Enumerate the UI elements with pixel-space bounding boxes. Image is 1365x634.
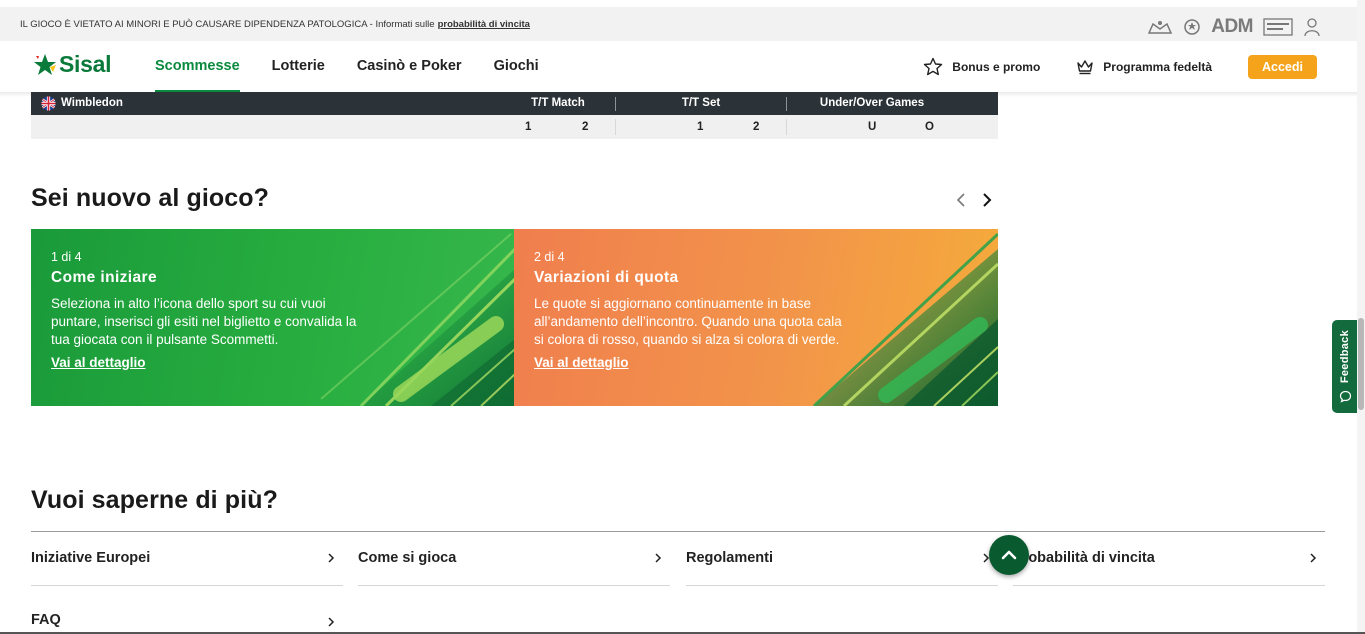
- win-probability-link[interactable]: probabilità di vincita: [438, 19, 530, 30]
- back-to-top-button[interactable]: [989, 535, 1029, 575]
- gambling-warning-bar: IL GIOCO È VIETATO AI MINORI E PUÒ CAUSA…: [0, 7, 1357, 41]
- scrollbar-thumb[interactable]: [1358, 318, 1364, 410]
- guide-card-content: 2 di 4 Variazioni di quota Le quote si a…: [534, 250, 844, 370]
- age-limit-icon: [1304, 18, 1320, 37]
- info-link-faq[interactable]: FAQ: [31, 585, 343, 634]
- nav-item-casino-poker[interactable]: Casinò e Poker: [357, 41, 462, 92]
- info-link-regolamenti[interactable]: Regolamenti: [686, 531, 998, 586]
- feedback-tab[interactable]: Feedback: [1332, 320, 1358, 413]
- star-icon: [924, 57, 943, 76]
- guide-card-content: 1 di 4 Come iniziare Seleziona in alto l…: [51, 250, 361, 370]
- newbie-section-title: Sei nuovo al gioco?: [31, 184, 270, 212]
- adm-logo: ADM: [1211, 16, 1253, 37]
- market-under-over: Under/Over Games: [819, 97, 925, 109]
- info-link-probabilita-vincita[interactable]: Probabilità di vincita: [1013, 531, 1325, 586]
- card-title: Variazioni di quota: [534, 269, 679, 286]
- chevron-right-icon[interactable]: [981, 191, 993, 209]
- odds-table-row: 1 2 1 2 U O: [31, 115, 998, 139]
- chevron-left-icon[interactable]: [955, 191, 967, 209]
- info-link-come-si-gioca[interactable]: Come si gioca: [358, 531, 670, 586]
- chevron-right-icon: [1310, 553, 1317, 563]
- header-separator: [786, 97, 787, 111]
- event-name: Wimbledon: [41, 92, 123, 115]
- info-link-label: FAQ: [31, 612, 61, 628]
- warning-text: IL GIOCO È VIETATO AI MINORI E PUÒ CAUSA…: [20, 18, 435, 30]
- card-detail-link[interactable]: Vai al dettaglio: [534, 355, 844, 370]
- chevron-right-icon: [328, 553, 335, 563]
- info-link-label: Regolamenti: [686, 550, 774, 566]
- outcome-cell[interactable]: 2: [753, 115, 759, 139]
- emblem-icon: [1184, 19, 1200, 35]
- outcome-cell[interactable]: U: [868, 115, 876, 139]
- login-button[interactable]: Accedi: [1248, 54, 1317, 79]
- row-separator: [786, 119, 787, 135]
- chat-bubble-icon: [1339, 390, 1351, 403]
- uk-flag-icon: [41, 96, 56, 111]
- info-link-label: Iniziative Europei: [31, 550, 151, 566]
- card-title: Come iniziare: [51, 269, 157, 286]
- guide-card: 1 di 4 Come iniziare Seleziona in alto l…: [31, 229, 515, 406]
- odds-table: Wimbledon T/T Match T/T Set Under/Over G…: [31, 92, 998, 139]
- market-tt-set: T/T Set: [681, 97, 721, 109]
- event-label: Wimbledon: [61, 97, 123, 109]
- info-link-iniziative-europei[interactable]: Iniziative Europei: [31, 531, 343, 586]
- sisal-star-icon: [34, 53, 56, 75]
- bonus-promo-label: Bonus e promo: [952, 59, 1041, 74]
- odds-table-header: Wimbledon T/T Match T/T Set Under/Over G…: [31, 92, 998, 115]
- carousel-controls: [955, 191, 993, 209]
- guide-card: 2 di 4 Variazioni di quota Le quote si a…: [514, 229, 998, 406]
- outcome-cell[interactable]: 1: [525, 115, 531, 139]
- crown-icon: [1077, 60, 1093, 75]
- sisal-crown-icon: [1148, 21, 1173, 34]
- chevron-up-icon: [1001, 550, 1017, 560]
- card-description: Le quote si aggiornano continuamente in …: [534, 296, 842, 347]
- info-link-label: Probabilità di vincita: [1013, 550, 1155, 566]
- play-safe-icon: [1263, 18, 1293, 36]
- header-actions: Bonus e promo Programma fedeltà Accedi: [923, 41, 1357, 92]
- outcome-cell[interactable]: O: [925, 115, 934, 139]
- feedback-label: Feedback: [1339, 330, 1351, 384]
- nav-item-lotterie[interactable]: Lotterie: [272, 41, 325, 92]
- card-counter: 2 di 4: [534, 250, 565, 264]
- row-separator: [615, 119, 616, 135]
- outcome-cell[interactable]: 1: [697, 115, 703, 139]
- card-counter: 1 di 4: [51, 250, 82, 264]
- more-section-title: Vuoi saperne di più?: [31, 486, 278, 514]
- market-tt-match: T/T Match: [531, 97, 585, 109]
- bonus-promo-link[interactable]: Bonus e promo: [923, 57, 1040, 76]
- loyalty-program-label: Programma fedeltà: [1103, 59, 1212, 74]
- sisal-logo[interactable]: Sisal: [33, 51, 112, 78]
- regulator-logos: ADM: [1147, 16, 1321, 38]
- info-link-label: Come si gioca: [358, 550, 457, 566]
- page: IL GIOCO È VIETATO AI MINORI E PUÒ CAUSA…: [0, 0, 1365, 634]
- nav-item-giochi[interactable]: Giochi: [494, 41, 539, 92]
- main-nav: Scommesse Lotterie Casinò e Poker Giochi: [155, 41, 571, 92]
- site-header: Sisal Scommesse Lotterie Casinò e Poker …: [0, 41, 1357, 92]
- header-separator: [615, 97, 616, 111]
- logo-text: Sisal: [59, 51, 112, 77]
- page-scrollbar[interactable]: [1357, 0, 1365, 634]
- chevron-right-icon: [328, 617, 335, 627]
- card-description: Seleziona in alto l’icona dello sport su…: [51, 296, 357, 347]
- card-detail-link[interactable]: Vai al dettaglio: [51, 355, 361, 370]
- outcome-cell[interactable]: 2: [582, 115, 588, 139]
- loyalty-program-link[interactable]: Programma fedeltà: [1076, 58, 1212, 75]
- chevron-right-icon: [655, 553, 662, 563]
- nav-item-scommesse[interactable]: Scommesse: [155, 41, 240, 92]
